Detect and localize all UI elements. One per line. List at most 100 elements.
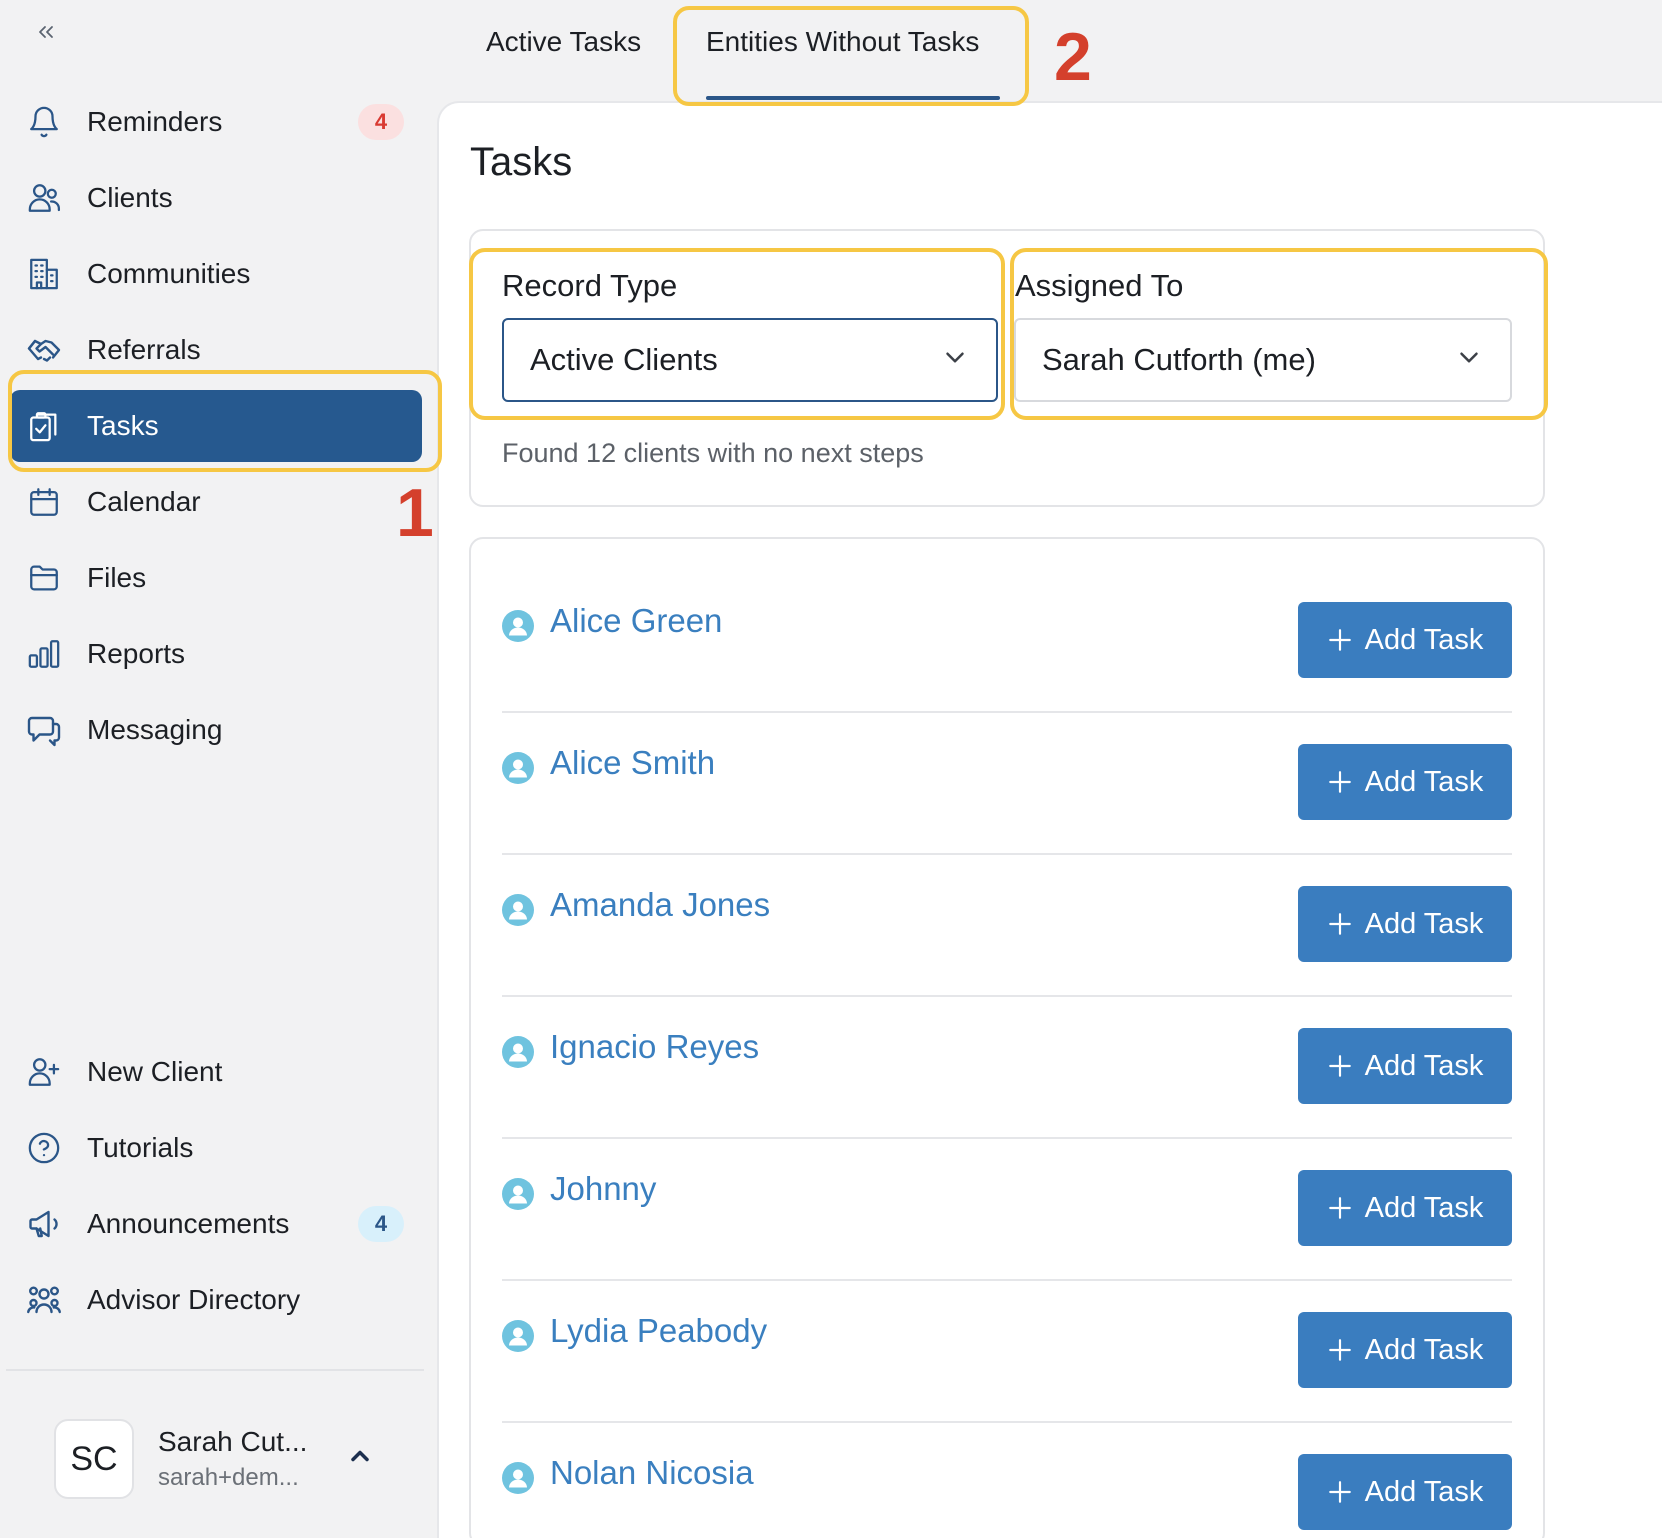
plus-icon [1327, 1053, 1353, 1079]
plus-icon [1327, 1195, 1353, 1221]
sidebar-item-label: Communities [87, 258, 251, 289]
page-title: Tasks [470, 140, 573, 184]
sidebar-item-label: Referrals [87, 334, 201, 365]
megaphone-icon [24, 1204, 64, 1244]
user-group-icon [24, 1280, 64, 1320]
client-name-link[interactable]: Lydia Peabody [550, 1312, 767, 1350]
list-item: Johnny Add Task [502, 1106, 1512, 1281]
sidebar-item-new-client[interactable]: New Client [10, 1036, 422, 1108]
add-task-button[interactable]: Add Task [1298, 886, 1512, 962]
sidebar-item-reminders[interactable]: Reminders 4 [10, 86, 422, 158]
chevron-down-icon [940, 343, 970, 378]
sidebar-item-tasks[interactable]: Tasks [10, 390, 422, 462]
sidebar-item-announcements[interactable]: Announcements 4 [10, 1188, 422, 1260]
user-circle-icon [502, 894, 534, 926]
tab-active-tasks[interactable]: Active Tasks [486, 26, 641, 58]
user-circle-icon [502, 1462, 534, 1494]
add-task-button[interactable]: Add Task [1298, 602, 1512, 678]
user-circle-icon [502, 1178, 534, 1210]
add-task-label: Add Task [1364, 1191, 1484, 1224]
add-task-label: Add Task [1364, 623, 1484, 656]
sidebar-item-label: Files [87, 562, 147, 593]
add-task-label: Add Task [1364, 1049, 1484, 1082]
users-icon [24, 178, 64, 218]
sidebar-item-label: Tasks [87, 410, 159, 441]
plus-icon [1327, 1479, 1353, 1505]
sidebar-item-tutorials[interactable]: Tutorials [10, 1112, 422, 1184]
reminders-count-badge: 4 [358, 104, 404, 140]
user-plus-icon [24, 1052, 64, 1092]
add-task-label: Add Task [1364, 1333, 1484, 1366]
plus-icon [1327, 911, 1353, 937]
sidebar-item-advisor-directory[interactable]: Advisor Directory [10, 1264, 422, 1336]
add-task-button[interactable]: Add Task [1298, 1312, 1512, 1388]
client-name-link[interactable]: Alice Green [550, 602, 722, 640]
sidebar-divider [6, 1369, 424, 1371]
sidebar-item-messaging[interactable]: Messaging [10, 694, 422, 766]
client-name-link[interactable]: Johnny [550, 1170, 656, 1208]
add-task-button[interactable]: Add Task [1298, 744, 1512, 820]
list-item: Alice Smith Add Task [502, 680, 1512, 855]
results-summary: Found 12 clients with no next steps [502, 438, 924, 468]
active-tab-indicator [706, 96, 1000, 100]
list-item: Ignacio Reyes Add Task [502, 964, 1512, 1139]
assigned-to-label: Assigned To [1015, 268, 1184, 303]
collapse-sidebar-button[interactable] [28, 14, 64, 50]
user-name: Sarah Cut... [158, 1426, 308, 1457]
chat-bubbles-icon [24, 710, 64, 750]
bar-chart-icon [24, 634, 64, 674]
sidebar-item-files[interactable]: Files [10, 542, 422, 614]
sidebar-item-clients[interactable]: Clients [10, 162, 422, 234]
plus-icon [1327, 1337, 1353, 1363]
calendar-icon [24, 482, 64, 522]
sidebar-item-communities[interactable]: Communities [10, 238, 422, 310]
sidebar-item-label: Reminders [87, 106, 223, 137]
sidebar-item-calendar[interactable]: Calendar [10, 466, 422, 538]
question-circle-icon [24, 1128, 64, 1168]
user-circle-icon [502, 752, 534, 784]
client-name-link[interactable]: Alice Smith [550, 744, 715, 782]
plus-icon [1327, 769, 1353, 795]
list-item: Lydia Peabody Add Task [502, 1248, 1512, 1423]
record-type-select[interactable]: Active Clients [502, 318, 998, 402]
client-name-link[interactable]: Ignacio Reyes [550, 1028, 759, 1066]
assigned-to-select[interactable]: Sarah Cutforth (me) [1014, 318, 1512, 402]
list-item: Alice Green Add Task [502, 538, 1512, 713]
client-name-link[interactable]: Amanda Jones [550, 886, 770, 924]
building-icon [24, 254, 64, 294]
announcements-count-badge: 4 [358, 1206, 404, 1242]
sidebar-item-label: New Client [87, 1056, 223, 1087]
sidebar-item-label: Reports [87, 638, 186, 669]
folder-icon [24, 558, 64, 598]
sidebar-item-label: Messaging [87, 714, 223, 745]
clipboard-check-icon [24, 406, 64, 446]
sidebar-item-reports[interactable]: Reports [10, 618, 422, 690]
add-task-label: Add Task [1364, 1475, 1484, 1508]
record-type-label: Record Type [502, 268, 678, 303]
client-name-link[interactable]: Nolan Nicosia [550, 1454, 754, 1492]
user-circle-icon [502, 610, 534, 642]
chevron-down-icon [1454, 343, 1484, 378]
sidebar-item-label: Announcements [87, 1208, 290, 1239]
user-menu[interactable]: SC Sarah Cut... sarah+dem... [54, 1418, 394, 1500]
user-circle-icon [502, 1320, 534, 1352]
add-task-label: Add Task [1364, 907, 1484, 940]
chevron-up-icon[interactable] [346, 1442, 374, 1475]
avatar: SC [54, 1419, 134, 1499]
step-1-marker: 1 [396, 475, 434, 551]
add-task-button[interactable]: Add Task [1298, 1170, 1512, 1246]
handshake-icon [24, 330, 64, 370]
tab-entities-without-tasks[interactable]: Entities Without Tasks [706, 26, 979, 58]
record-type-value: Active Clients [530, 342, 718, 377]
add-task-button[interactable]: Add Task [1298, 1028, 1512, 1104]
assigned-to-value: Sarah Cutforth (me) [1042, 342, 1316, 377]
user-email: sarah+dem... [158, 1464, 299, 1491]
bell-icon [24, 102, 64, 142]
plus-icon [1327, 627, 1353, 653]
sidebar-item-referrals[interactable]: Referrals [10, 314, 422, 386]
user-circle-icon [502, 1036, 534, 1068]
sidebar: Reminders 4 Clients Communities Referral… [0, 0, 436, 1538]
add-task-button[interactable]: Add Task [1298, 1454, 1512, 1530]
sidebar-item-label: Advisor Directory [87, 1284, 301, 1315]
list-item: Amanda Jones Add Task [502, 822, 1512, 997]
